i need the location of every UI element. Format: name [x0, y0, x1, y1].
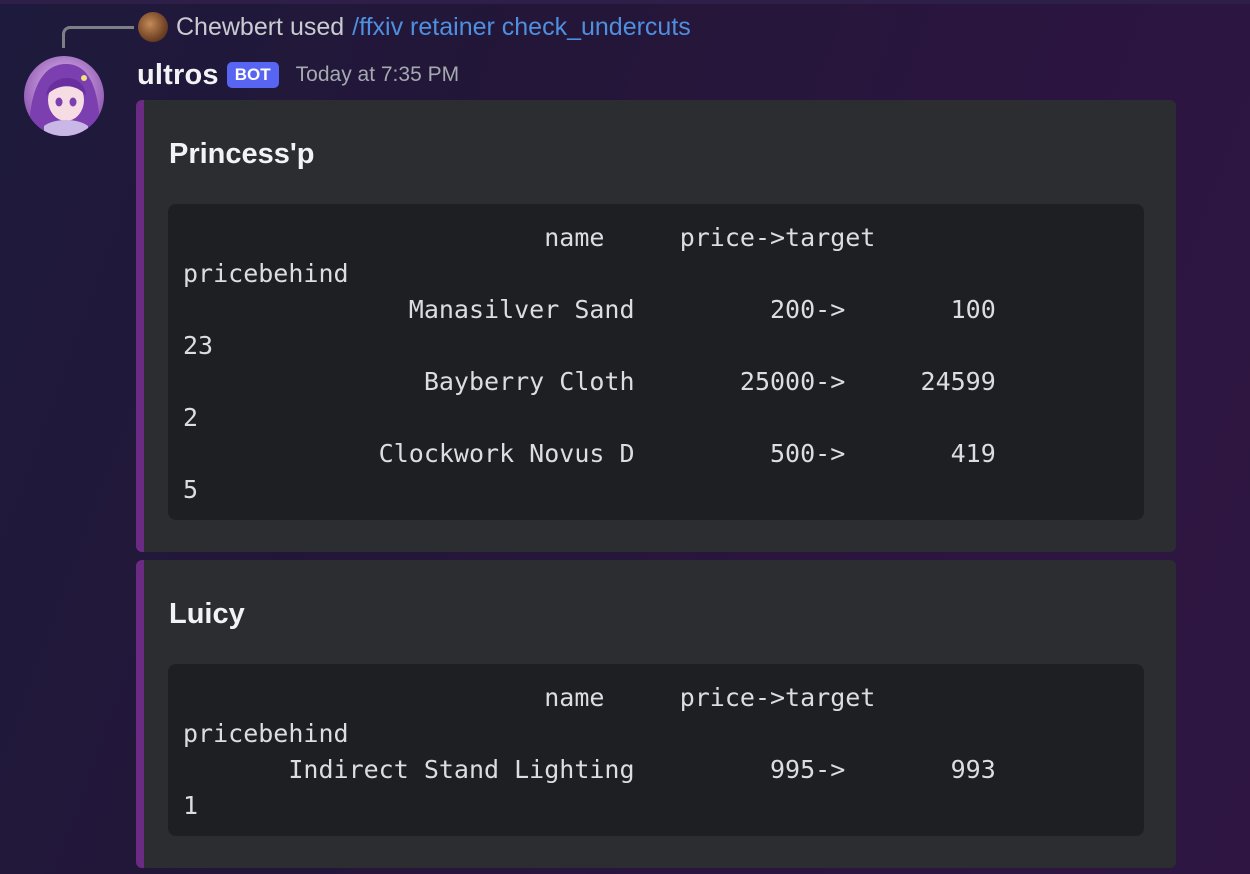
- embed-luicy: Luicy name price->target pricebehind Indi…: [136, 560, 1176, 868]
- message-header: ultros BOT Today at 7:35 PM: [137, 56, 459, 94]
- code-line: pricebehind: [183, 259, 349, 288]
- code-line: 1: [183, 791, 199, 820]
- embed-title: Luicy: [169, 598, 245, 630]
- reply-user-avatar[interactable]: [138, 12, 168, 42]
- top-divider: [0, 0, 1250, 4]
- code-line: 2: [183, 403, 199, 432]
- code-line: 23: [183, 331, 214, 360]
- bot-avatar[interactable]: [24, 56, 104, 136]
- code-line: 5: [183, 475, 199, 504]
- reply-user-name[interactable]: Chewbert used: [176, 13, 344, 42]
- code-block: name price->target pricebehind Manasilver…: [168, 204, 1144, 520]
- code-block: name price->target pricebehind Indirect S…: [168, 664, 1144, 836]
- embed-princessp: Princess'p name price->target pricebehind…: [136, 100, 1176, 552]
- bot-badge: BOT: [226, 62, 279, 88]
- code-line: Indirect Stand Lighting 995-> 993: [183, 755, 996, 784]
- reply-command-link[interactable]: /ffxiv retainer check_undercuts: [352, 13, 691, 42]
- code-line: Manasilver Sand 200-> 100: [183, 295, 996, 324]
- code-line: name price->target: [183, 223, 876, 252]
- code-line: Bayberry Cloth 25000-> 24599: [183, 367, 996, 396]
- message-timestamp[interactable]: Today at 7:35 PM: [296, 63, 459, 87]
- reply-context[interactable]: Chewbert used /ffxiv retainer check_unde…: [138, 10, 691, 44]
- code-line: pricebehind: [183, 719, 349, 748]
- code-line: Clockwork Novus D 500-> 419: [183, 439, 996, 468]
- reply-connector: [62, 26, 134, 48]
- author-username[interactable]: ultros: [137, 59, 219, 92]
- code-line: name price->target: [183, 683, 876, 712]
- embed-title: Princess'p: [169, 138, 315, 170]
